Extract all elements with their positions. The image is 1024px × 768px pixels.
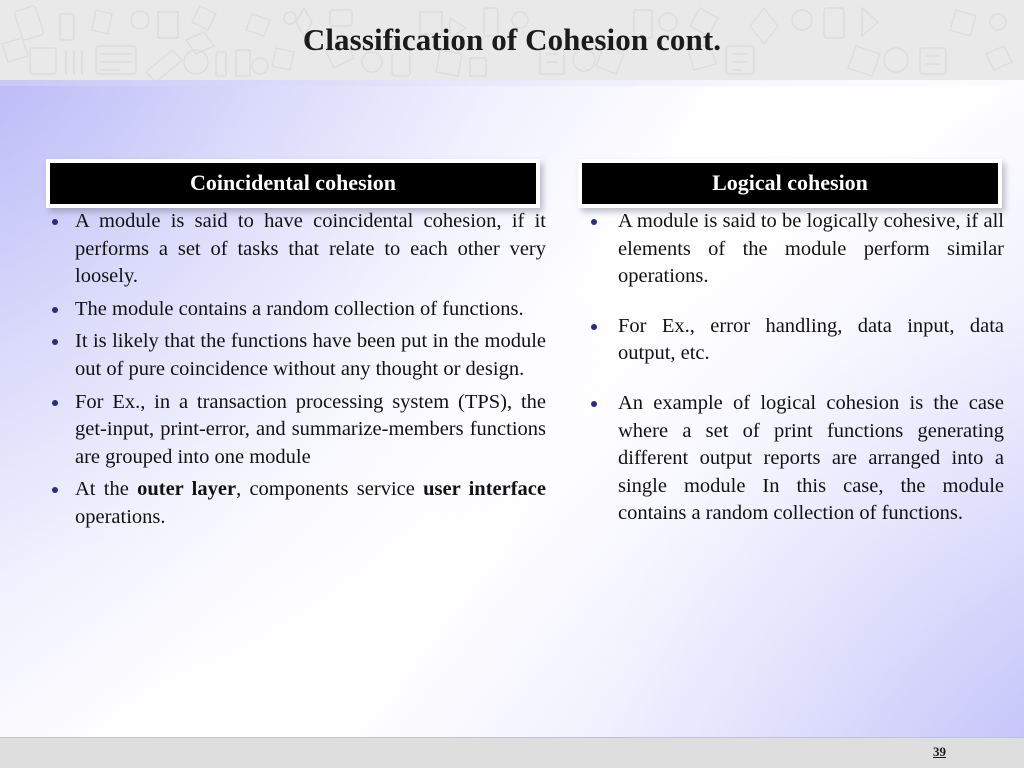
bullet-emphasis: outer layer bbox=[137, 478, 237, 501]
bullet-text: operations. bbox=[75, 505, 166, 528]
bullet-text: For Ex., in a transaction processing sys… bbox=[75, 390, 546, 468]
bullet-text: , components service bbox=[236, 478, 424, 501]
slide-footer-band bbox=[0, 737, 1024, 768]
bullet-text: A module is said to be logically cohesiv… bbox=[618, 210, 1004, 288]
bullet-text: A module is said to have coincidental co… bbox=[75, 210, 546, 288]
bullet-emphasis: user interface bbox=[423, 478, 546, 501]
bullet-item: A module is said to be logically cohesiv… bbox=[578, 208, 1004, 291]
bullet-item: A module is said to have coincidental co… bbox=[46, 208, 546, 291]
bullet-text: It is likely that the functions have bee… bbox=[75, 330, 546, 380]
page-number: 39 bbox=[933, 744, 946, 759]
heading-box-coincidental-cohesion: Coincidental cohesion bbox=[46, 159, 540, 208]
bullet-item: It is likely that the functions have bee… bbox=[46, 328, 546, 383]
column-logical-cohesion: Logical cohesion A module is said to be … bbox=[578, 159, 1004, 550]
bullet-text: An example of logical cohesion is the ca… bbox=[618, 391, 1004, 525]
bullet-text: The module contains a random collection … bbox=[75, 297, 524, 320]
bullet-item: At the outer layer, components service u… bbox=[46, 476, 546, 531]
bullet-list-logical-cohesion: A module is said to be logically cohesiv… bbox=[578, 208, 1004, 528]
page-title: Classification of Cohesion cont. bbox=[302, 22, 722, 57]
bullet-list-coincidental-cohesion: A module is said to have coincidental co… bbox=[46, 208, 546, 532]
bullet-item: The module contains a random collection … bbox=[46, 296, 546, 324]
bullet-item: For Ex., in a transaction processing sys… bbox=[46, 389, 546, 472]
bullet-item: An example of logical cohesion is the ca… bbox=[578, 390, 1004, 528]
heading-box-logical-cohesion: Logical cohesion bbox=[578, 159, 1002, 208]
bullet-text: For Ex., error handling, data input, dat… bbox=[618, 314, 1004, 365]
slide-canvas: Classification of Cohesion cont. Coincid… bbox=[0, 0, 1024, 768]
column-coincidental-cohesion: Coincidental cohesion A module is said t… bbox=[46, 159, 546, 537]
bullet-text: At the bbox=[75, 478, 138, 501]
bullet-item: For Ex., error handling, data input, dat… bbox=[578, 313, 1004, 368]
header-accent-strip bbox=[0, 80, 1024, 86]
